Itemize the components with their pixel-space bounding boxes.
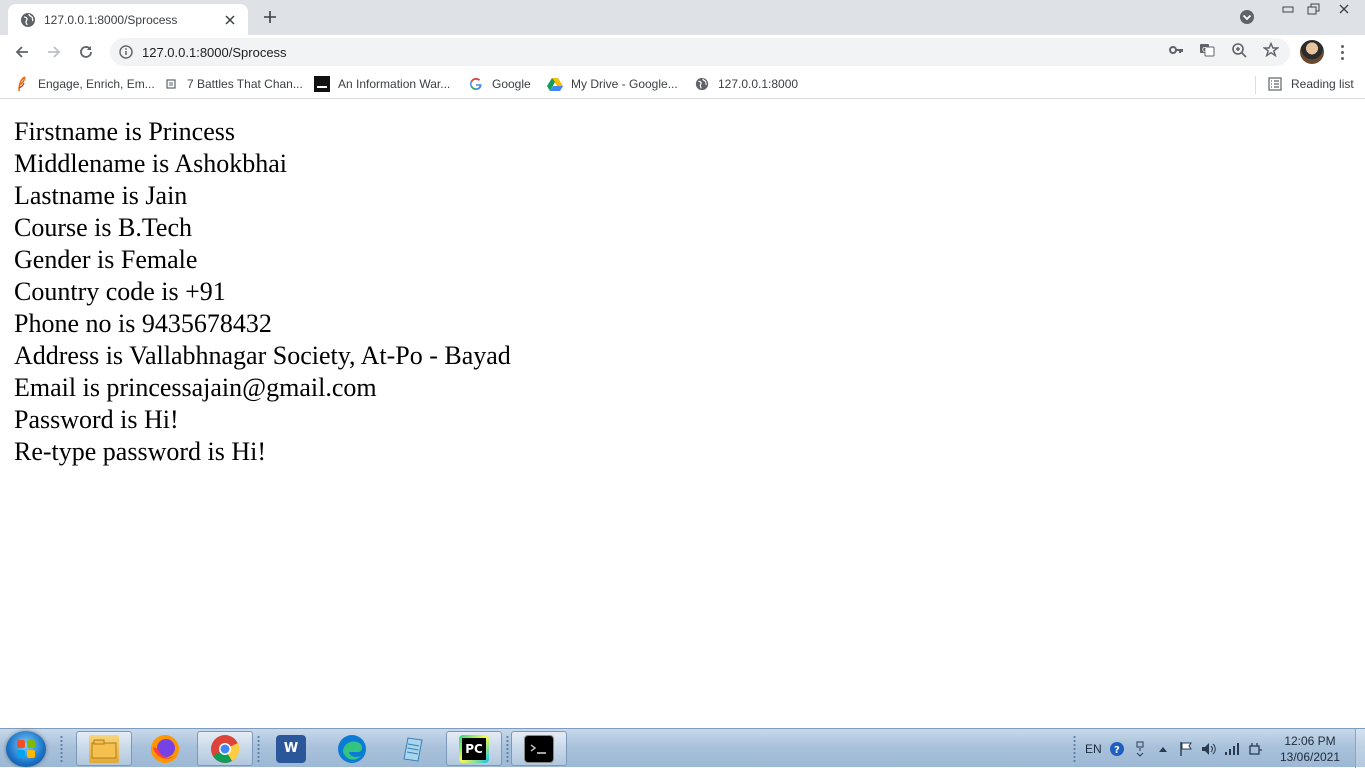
action-center-flag-icon[interactable]	[1178, 741, 1194, 757]
start-button[interactable]	[6, 731, 46, 767]
volume-icon[interactable]	[1201, 741, 1217, 757]
phone-line: Phone no is 9435678432	[14, 309, 272, 338]
feather-icon	[14, 76, 30, 92]
reading-list-icon	[1267, 76, 1283, 92]
reading-list-label: Reading list	[1291, 77, 1354, 91]
globe-icon	[20, 12, 36, 28]
system-clock[interactable]: 12:06 PM 13/06/2021	[1268, 733, 1352, 765]
bookmarks-bar: Engage, Enrich, Em... 7 Battles That Cha…	[0, 69, 1365, 99]
country-code-line: Country code is +91	[14, 277, 226, 306]
forward-icon[interactable]	[42, 40, 66, 64]
new-tab-button[interactable]	[258, 7, 282, 27]
bookmark-label: 127.0.0.1:8000	[718, 77, 799, 91]
address-line: Address is Vallabhnagar Society, At-Po -…	[14, 341, 511, 370]
close-tab-icon[interactable]	[222, 12, 238, 28]
bookmark-item[interactable]: Engage, Enrich, Em...	[14, 75, 155, 93]
show-desktop-button[interactable]	[1355, 729, 1365, 768]
profile-avatar[interactable]	[1300, 40, 1324, 64]
bookmarks-separator	[1255, 76, 1256, 94]
tab-strip: 127.0.0.1:8000/Sprocess	[0, 0, 1365, 35]
tab-search-icon[interactable]	[1238, 8, 1256, 26]
bookmark-item[interactable]: 127.0.0.1:8000	[694, 75, 798, 93]
taskbar-grip	[506, 735, 509, 763]
back-icon[interactable]	[10, 40, 34, 64]
svg-text:G: G	[1202, 46, 1207, 54]
key-icon[interactable]	[1167, 41, 1185, 59]
system-tray: EN ?	[1085, 737, 1263, 761]
network-adapter-icon[interactable]	[1132, 741, 1148, 757]
restore-button[interactable]	[1301, 0, 1327, 18]
windows-logo-icon	[17, 740, 35, 758]
pycharm-icon[interactable]: PC	[446, 731, 502, 766]
taskbar-grip	[1073, 735, 1076, 763]
page-content: Firstname is Princess Middlename is Asho…	[14, 116, 511, 468]
bookmark-item[interactable]: An Information War...	[314, 75, 450, 93]
file-explorer-icon[interactable]	[76, 731, 132, 766]
clock-date: 13/06/2021	[1279, 750, 1341, 764]
power-plug-icon[interactable]	[1247, 741, 1263, 757]
lastname-line: Lastname is Jain	[14, 181, 188, 210]
bookmark-item[interactable]: My Drive - Google...	[547, 75, 678, 93]
password-line: Password is Hi!	[14, 405, 179, 434]
word-icon[interactable]: W	[263, 731, 319, 766]
gender-line: Gender is Female	[14, 245, 198, 274]
browser-toolbar: 127.0.0.1:8000/Sprocess G	[0, 35, 1365, 69]
taskbar: W PC EN ? 12:06 PM 13/06/2021	[0, 728, 1365, 768]
bookmark-star-icon[interactable]	[1262, 41, 1280, 59]
course-line: Course is B.Tech	[14, 213, 192, 242]
url-text: 127.0.0.1:8000/Sprocess	[142, 44, 287, 60]
bookmark-item[interactable]: 7 Battles That Chan...	[163, 75, 303, 93]
black-square-icon	[314, 76, 330, 92]
browser-tab[interactable]: 127.0.0.1:8000/Sprocess	[8, 4, 248, 35]
cmd-icon[interactable]	[511, 731, 567, 766]
edge-icon[interactable]	[324, 731, 380, 766]
notepad-icon[interactable]	[385, 731, 441, 766]
tab-title: 127.0.0.1:8000/Sprocess	[44, 12, 178, 27]
browser-menu-icon[interactable]	[1334, 40, 1350, 64]
zoom-icon[interactable]	[1230, 41, 1248, 59]
page-icon	[163, 76, 179, 92]
bookmark-label: An Information War...	[338, 77, 451, 91]
signal-strength-icon[interactable]	[1224, 741, 1240, 757]
bookmark-label: My Drive - Google...	[571, 77, 678, 91]
bookmark-label: 7 Battles That Chan...	[187, 77, 303, 91]
address-bar[interactable]: 127.0.0.1:8000/Sprocess	[110, 38, 1290, 66]
bookmark-label: Engage, Enrich, Em...	[38, 77, 155, 91]
firefox-icon[interactable]	[137, 731, 193, 766]
taskbar-grip	[60, 735, 63, 763]
firstname-line: Firstname is Princess	[14, 117, 235, 146]
reading-list-button[interactable]: Reading list	[1267, 75, 1354, 93]
email-line: Email is princessajain@gmail.com	[14, 373, 377, 402]
minimize-button[interactable]	[1275, 0, 1301, 18]
help-icon[interactable]: ?	[1109, 741, 1125, 757]
bookmark-label: Google	[492, 77, 531, 91]
bookmark-item[interactable]: Google	[468, 75, 531, 93]
site-info-icon[interactable]	[118, 44, 134, 60]
translate-icon[interactable]: G	[1198, 41, 1216, 59]
middlename-line: Middlename is Ashokbhai	[14, 149, 287, 178]
reload-icon[interactable]	[74, 40, 98, 64]
svg-text:?: ?	[1114, 745, 1120, 756]
show-hidden-icons-icon[interactable]	[1155, 741, 1171, 757]
google-icon	[468, 76, 484, 92]
globe-icon	[694, 76, 710, 92]
retype-password-line: Re-type password is Hi!	[14, 437, 267, 466]
drive-icon	[547, 76, 563, 92]
language-indicator[interactable]: EN	[1085, 742, 1102, 756]
window-controls	[1275, 0, 1361, 18]
chrome-icon[interactable]	[197, 731, 253, 766]
taskbar-grip	[257, 735, 260, 763]
close-window-button[interactable]	[1327, 0, 1361, 18]
clock-time: 12:06 PM	[1284, 734, 1336, 748]
